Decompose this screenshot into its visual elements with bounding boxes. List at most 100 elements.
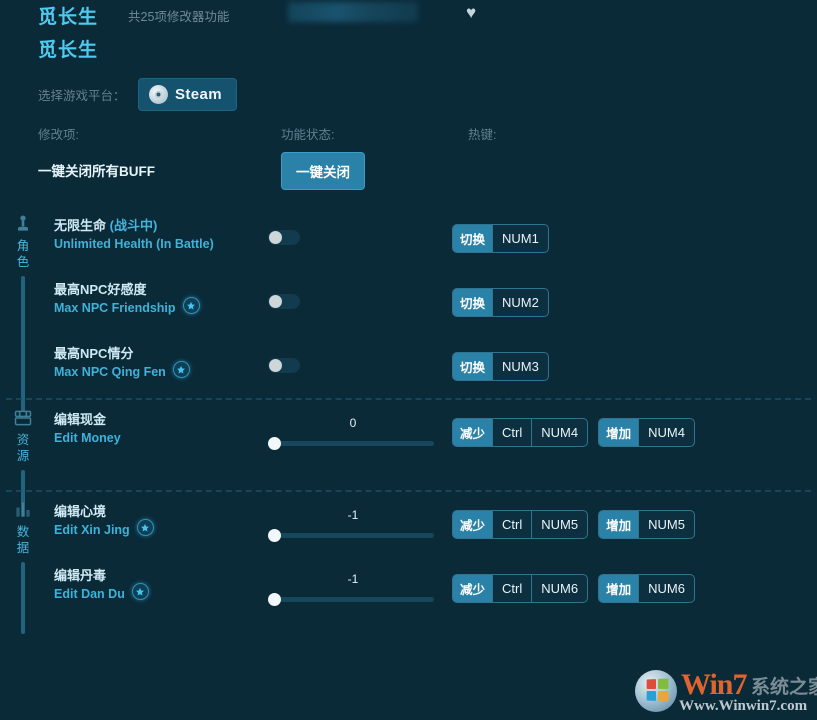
site-watermark: Win7 系统之家 Www.Winwin7.com bbox=[623, 660, 817, 718]
modifier-slider[interactable]: -1 bbox=[268, 572, 438, 612]
section-character: 角色无限生命 (战斗中) Unlimited Health (In Battle)… bbox=[0, 206, 817, 412]
modifier-label-cn: 最高NPC情分 bbox=[54, 346, 134, 361]
modifier-label-group: 编辑现金 Edit Money bbox=[54, 410, 121, 448]
star-badge-icon[interactable] bbox=[172, 361, 190, 378]
modifier-slider[interactable]: 0 bbox=[268, 416, 438, 456]
modifier-label-en: Edit Money bbox=[54, 431, 121, 445]
slider-value-label: -1 bbox=[347, 508, 359, 522]
hotkey-key-label: NUM6 bbox=[531, 575, 587, 602]
close-all-buffs-button[interactable]: 一键关闭 bbox=[281, 152, 365, 190]
platform-label: 选择游戏平台： bbox=[38, 88, 126, 103]
hotkey-action-label: 增加 bbox=[599, 575, 639, 602]
modifier-row: 最高NPC情分 Max NPC Qing Fen 切换 NUM3 bbox=[0, 334, 817, 398]
modifier-label-group: 最高NPC情分 Max NPC Qing Fen bbox=[54, 344, 190, 382]
watermark-url: Www.Winwin7.com bbox=[679, 698, 808, 714]
hotkey-binding-num2[interactable]: 切换 NUM2 bbox=[452, 288, 549, 317]
modifier-toggle-switch[interactable] bbox=[268, 358, 300, 373]
slider-track[interactable] bbox=[272, 597, 434, 602]
hotkey-key-label: NUM4 bbox=[638, 419, 694, 446]
modifier-label-en: Max NPC Qing Fen bbox=[54, 365, 166, 379]
slider-knob[interactable] bbox=[268, 529, 281, 542]
modifier-toggle-switch[interactable] bbox=[268, 294, 300, 309]
hotkey-binding-ctrl[interactable]: 减少 Ctrl NUM6 bbox=[452, 574, 589, 603]
star-badge-icon[interactable] bbox=[136, 519, 154, 536]
modifier-label-en: Max NPC Friendship bbox=[54, 301, 176, 315]
watermark-brand: Win7 bbox=[681, 668, 747, 702]
global-buff-off-row: 一键关闭所有BUFF 一键关闭 bbox=[0, 150, 817, 206]
hotkey-action-label: 减少 bbox=[453, 419, 493, 446]
section-data: 数据编辑心境 Edit Xin Jing -1 减少 Ctrl NUM5 增加 NUM5 编辑丹… bbox=[0, 492, 817, 634]
hotkey-group-container: 切换 NUM3 bbox=[452, 352, 549, 381]
modifier-row: 无限生命 (战斗中) Unlimited Health (In Battle) 切换… bbox=[0, 206, 817, 270]
modifier-label-group: 无限生命 (战斗中) Unlimited Health (In Battle) bbox=[54, 216, 214, 254]
hotkey-key-label: NUM1 bbox=[492, 225, 548, 252]
modifier-label-group: 最高NPC好感度 Max NPC Friendship bbox=[54, 280, 200, 318]
column-header-hotkey: 热键: bbox=[468, 128, 497, 142]
platform-selector-row: 选择游戏平台： Steam bbox=[0, 72, 817, 116]
platform-steam-label: Steam bbox=[175, 85, 223, 103]
hotkey-action-label: 增加 bbox=[599, 511, 639, 538]
modifier-slider[interactable]: -1 bbox=[268, 508, 438, 548]
hotkey-binding-num3[interactable]: 切换 NUM3 bbox=[452, 352, 549, 381]
slider-knob[interactable] bbox=[268, 437, 281, 450]
subtitle-row: 觅长生 bbox=[0, 30, 817, 62]
windows-orb-icon bbox=[635, 670, 677, 712]
modifier-toggle-switch[interactable] bbox=[268, 230, 300, 245]
modifier-row: 编辑心境 Edit Xin Jing -1 减少 Ctrl NUM5 增加 NUM5 bbox=[0, 492, 817, 556]
modifier-label-stack: 最高NPC好感度 Max NPC Friendship bbox=[54, 280, 176, 318]
section-resources: 资源编辑现金 Edit Money 0 减少 Ctrl NUM4 增加 NUM4 bbox=[0, 400, 817, 504]
windows-flag-icon bbox=[646, 678, 669, 702]
hotkey-binding-num5[interactable]: 增加 NUM5 bbox=[598, 510, 695, 539]
hotkey-key-label: NUM3 bbox=[492, 353, 548, 380]
hotkey-key-label: Ctrl bbox=[492, 419, 531, 446]
modifier-label-cn: 无限生命 (战斗中) bbox=[54, 218, 158, 233]
page-title: 觅长生 bbox=[38, 6, 99, 28]
platform-steam-button[interactable]: Steam bbox=[138, 77, 238, 111]
watermark-chinese-text: 系统之家 bbox=[751, 677, 817, 698]
hotkey-action-label: 减少 bbox=[453, 575, 493, 602]
modifier-label-stack: 编辑心境 Edit Xin Jing bbox=[54, 502, 130, 540]
hotkey-binding-ctrl[interactable]: 减少 Ctrl NUM4 bbox=[452, 418, 589, 447]
hotkey-binding-num6[interactable]: 增加 NUM6 bbox=[598, 574, 695, 603]
toggle-knob bbox=[269, 295, 282, 308]
toggle-knob bbox=[269, 231, 282, 244]
hotkey-group-container: 减少 Ctrl NUM4 增加 NUM4 bbox=[452, 418, 695, 447]
sections-container: 角色无限生命 (战斗中) Unlimited Health (In Battle)… bbox=[0, 206, 817, 634]
hotkey-group-container: 切换 NUM2 bbox=[452, 288, 549, 317]
slider-track[interactable] bbox=[272, 533, 434, 538]
star-badge-icon[interactable] bbox=[182, 297, 200, 314]
hotkey-action-label: 增加 bbox=[599, 419, 639, 446]
modifier-row: 最高NPC好感度 Max NPC Friendship 切换 NUM2 bbox=[0, 270, 817, 334]
steam-logo-icon bbox=[149, 84, 168, 104]
modifier-row: 编辑现金 Edit Money 0 减少 Ctrl NUM4 增加 NUM4 bbox=[0, 400, 817, 490]
toggle-knob bbox=[269, 359, 282, 372]
modifier-label-cn: 编辑丹毒 bbox=[54, 568, 107, 583]
modifier-label-en: Edit Dan Du bbox=[54, 587, 125, 601]
app-header: 觅长生 共25项修改器功能 ♥ 觅长生 bbox=[0, 0, 817, 72]
global-buff-off-label: 一键关闭所有BUFF bbox=[38, 164, 155, 179]
slider-track[interactable] bbox=[272, 441, 434, 446]
hotkey-key-label: NUM6 bbox=[638, 575, 694, 602]
slider-value-label: -1 bbox=[347, 572, 359, 586]
favorite-heart-icon[interactable]: ♥ bbox=[461, 3, 481, 23]
hotkey-key-label: NUM5 bbox=[531, 511, 587, 538]
watermark-win-text: Win bbox=[681, 668, 733, 701]
feature-count-label: 共25项修改器功能 bbox=[128, 9, 230, 24]
modifier-label-cn: 编辑现金 bbox=[54, 412, 107, 427]
hotkey-action-label: 切换 bbox=[453, 225, 493, 252]
modifier-label-group: 编辑丹毒 Edit Dan Du bbox=[54, 566, 149, 604]
hotkey-binding-ctrl[interactable]: 减少 Ctrl NUM5 bbox=[452, 510, 589, 539]
column-headers: 修改项: 功能状态: 热键: bbox=[0, 116, 817, 150]
hotkey-binding-num4[interactable]: 增加 NUM4 bbox=[598, 418, 695, 447]
modifier-label-stack: 编辑丹毒 Edit Dan Du bbox=[54, 566, 125, 604]
hotkey-action-label: 减少 bbox=[453, 511, 493, 538]
slider-knob[interactable] bbox=[268, 593, 281, 606]
hotkey-group-container: 切换 NUM1 bbox=[452, 224, 549, 253]
hotkey-binding-num1[interactable]: 切换 NUM1 bbox=[452, 224, 549, 253]
modifier-label-cn: 最高NPC好感度 bbox=[54, 282, 147, 297]
hotkey-key-label: Ctrl bbox=[492, 511, 531, 538]
star-badge-icon[interactable] bbox=[131, 583, 149, 600]
watermark-seven-text: 7 bbox=[732, 668, 747, 701]
modifier-label-en: Unlimited Health (In Battle) bbox=[54, 237, 214, 251]
hotkey-group-container: 减少 Ctrl NUM5 增加 NUM5 bbox=[452, 510, 695, 539]
